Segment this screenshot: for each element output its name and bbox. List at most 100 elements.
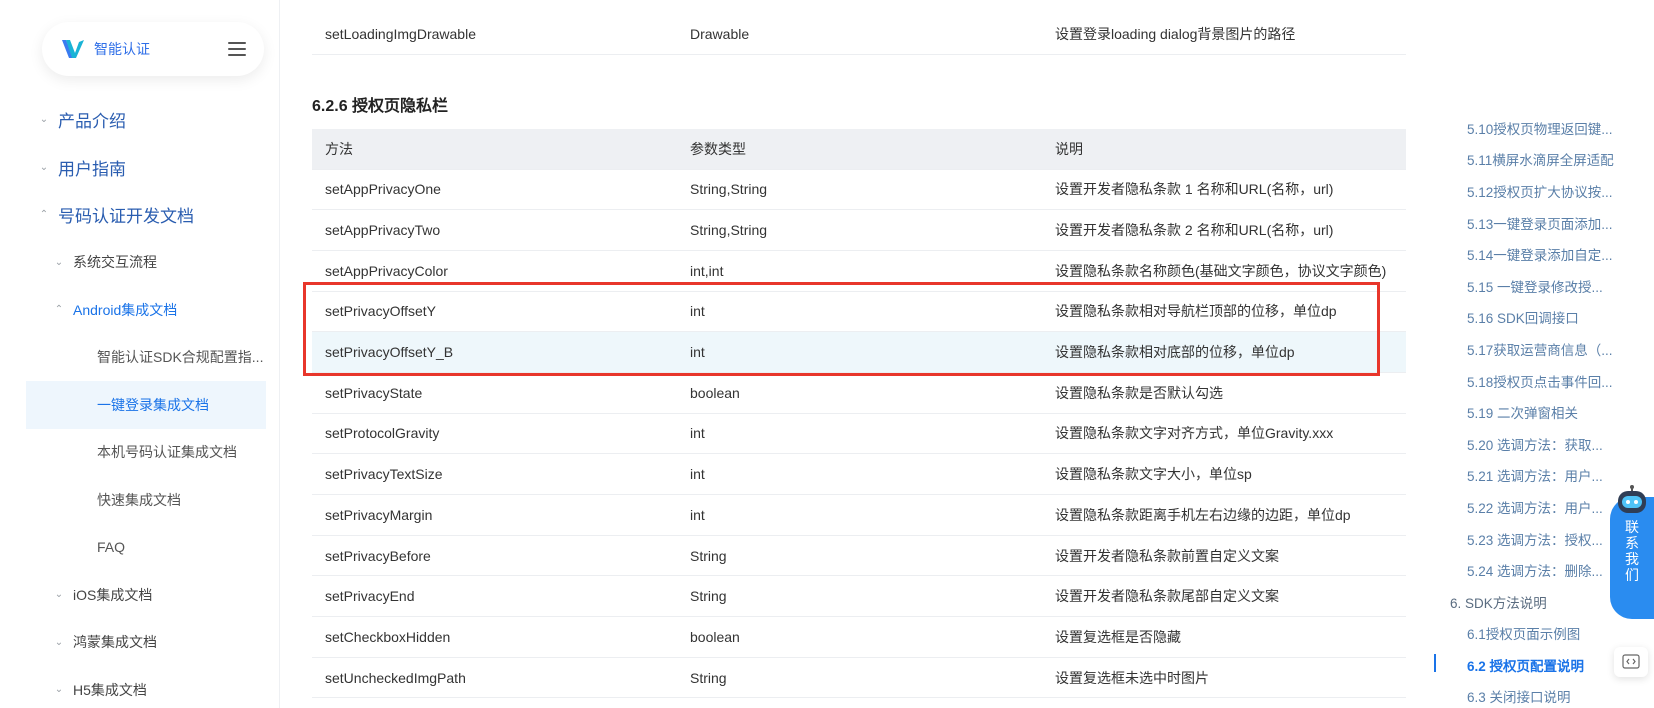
toc-item[interactable]: 5.12授权页扩大协议按... [1438,175,1618,207]
logo-card: 智能认证 [42,22,264,76]
toc-item[interactable]: 5.17获取运营商信息（... [1438,333,1618,365]
code-brackets-icon [1622,654,1640,669]
toc-item[interactable]: 5.21 选调方法：用户... [1438,460,1618,492]
chevron-down-icon: ⌄ [39,161,49,173]
table-row: setAppPrivacyColor int,int 设置隐私条款名称颜色(基础文字… [312,250,1406,292]
sidebar-item-user-guide[interactable]: ⌄ 用户指南 [0,144,280,192]
toc-item[interactable]: 5.22 选调方法：用户... [1438,491,1618,523]
privacy-config-table: 方法 参数类型 说明 setAppPrivacyOne String,String… [312,129,1406,699]
method-cell: setAppPrivacyTwo [312,209,677,251]
toc-item[interactable]: 6. SDK方法说明 [1438,586,1618,618]
sidebar-item-label: FAQ [97,539,126,556]
desc-cell: 设置隐私条款是否默认勾选 [1042,372,1406,414]
type-cell: String [677,575,1042,618]
sidebar-item-product-intro[interactable]: ⌄ 产品介绍 [0,96,280,144]
toc-item[interactable]: 5.11横屏水滴屏全屏适配 [1438,144,1618,176]
method-cell: setCheckboxHidden [312,616,677,658]
sidebar-item-label: 产品介绍 [58,112,126,132]
toc-item[interactable]: 5.24 选调方法：删除... [1438,554,1618,586]
menu-list-icon[interactable] [228,42,246,56]
code-icon[interactable] [1614,647,1648,677]
sidebar-item-h5-docs[interactable]: ⌄ H5集成文档 [0,666,280,708]
toc-item[interactable]: 6.2 授权页配置说明 [1438,649,1618,681]
toc-item[interactable]: 6.3 关闭接口说明 [1438,681,1618,708]
sidebar-item-label: 智能认证SDK合规配置指... [97,349,264,366]
contact-us-label: 联系我们 [1625,519,1639,583]
table-row: setUncheckedImgPath String 设置复选框未选中时图片 [312,657,1406,699]
type-cell: int [677,413,1042,455]
table-row: setLoadingImgDrawable Drawable 设置登录loadi… [312,14,1406,56]
chevron-down-icon: ⌄ [54,636,64,648]
toc-item[interactable]: 5.10授权页物理返回键... [1438,112,1618,144]
toc-item[interactable]: 5.20 选调方法：获取... [1438,428,1618,460]
toc-item[interactable]: 6.1授权页面示例图 [1438,618,1618,650]
toc-item[interactable]: 5.19 二次弹窗相关 [1438,396,1618,428]
desc-cell: 设置隐私条款距离手机左右边缘的边距，单位dp [1042,494,1406,536]
chevron-up-icon: ⌃ [39,209,49,221]
method-cell: setPrivacyOffsetY_B [312,331,677,373]
desc-cell: 设置登录loading dialog背景图片的路径 [1042,14,1406,56]
toc-item[interactable]: 5.23 选调方法：授权... [1438,523,1618,555]
table-row: setCheckboxHidden boolean 设置复选框是否隐藏 [312,616,1406,658]
type-cell: int,int [677,250,1042,292]
method-cell: setPrivacyState [312,372,677,414]
method-cell: setProtocolGravity [312,413,677,455]
contact-us-button[interactable]: 联系我们 [1610,485,1654,619]
desc-cell: 设置开发者隐私条款 2 名称和URL(名称，url) [1042,209,1406,251]
table-header-row: 方法 参数类型 说明 [312,129,1406,170]
sidebar-item-number-verify[interactable]: 本机号码认证集成文档 [0,429,280,477]
sidebar-item-ios-docs[interactable]: ⌄ iOS集成文档 [0,571,280,619]
table-row: setPrivacyState boolean 设置隐私条款是否默认勾选 [312,372,1406,414]
sidebar-nav: ⌄ 产品介绍 ⌄ 用户指南 ⌃ 号码认证开发文档 ⌄ 系统交互流程 ⌃ Andr… [0,96,280,708]
sidebar-item-dev-docs[interactable]: ⌃ 号码认证开发文档 [0,191,280,239]
brand-name[interactable]: 智能认证 [94,39,228,59]
sidebar-item-one-click-login[interactable]: 一键登录集成文档 [26,381,266,429]
table-row: setPrivacyMargin int 设置隐私条款距离手机左右边缘的边距，单位d… [312,494,1406,536]
method-cell: setPrivacyEnd [312,575,677,618]
sidebar-item-faq[interactable]: FAQ [0,524,280,572]
sidebar-item-label: 一键登录集成文档 [97,396,209,413]
column-header: 参数类型 [677,129,1042,170]
toc-item[interactable]: 5.15 一键登录修改授... [1438,270,1618,302]
sidebar-item-interaction-flow[interactable]: ⌄ 系统交互流程 [0,239,280,287]
sidebar-item-quick-integration[interactable]: 快速集成文档 [0,476,280,524]
method-cell: setPrivacyMargin [312,494,677,536]
table-row: setPrivacyTextSize int 设置隐私条款文字大小，单位sp [312,453,1406,495]
method-cell: setAppPrivacyColor [312,250,677,292]
sidebar-item-android-docs[interactable]: ⌃ Android集成文档 [0,286,280,334]
sidebar-item-harmony-docs[interactable]: ⌄ 鸿蒙集成文档 [0,619,280,667]
method-cell: setPrivacyOffsetY [312,291,677,333]
toc-item[interactable]: 5.18授权页点击事件回... [1438,365,1618,397]
method-cell: setUncheckedImgPath [312,657,677,699]
chevron-down-icon: ⌄ [54,684,64,696]
toc-item[interactable]: 5.14一键登录添加自定... [1438,238,1618,270]
type-cell: Drawable [677,14,1042,56]
sidebar-item-label: iOS集成文档 [73,586,153,603]
column-header: 说明 [1042,129,1406,170]
desc-cell: 设置开发者隐私条款 1 名称和URL(名称，url) [1042,169,1406,211]
table-row: setPrivacyEnd String 设置开发者隐私条款尾部自定义文案 [312,575,1406,618]
sidebar-item-compliance[interactable]: 智能认证SDK合规配置指... [0,334,280,382]
type-cell: int [677,494,1042,536]
method-cell: setLoadingImgDrawable [312,14,677,56]
sidebar-item-label: 鸿蒙集成文档 [73,634,157,651]
table-row: setPrivacyOffsetY int 设置隐私条款相对导航栏顶部的位移，单位d… [312,291,1406,333]
previous-table: setLoadingImgDrawable Drawable 设置登录loadi… [312,14,1406,56]
method-cell: setPrivacyTextSize [312,453,677,495]
type-cell: String [677,535,1042,577]
method-cell: setAppPrivacyOne [312,169,677,211]
desc-cell: 设置隐私条款名称颜色(基础文字颜色，协议文字颜色) [1042,250,1406,292]
toc-item[interactable]: 5.16 SDK回调接口 [1438,302,1618,334]
brand-logo-icon [62,40,84,58]
table-row: setAppPrivacyOne String,String 设置开发者隐私条款 1… [312,169,1406,211]
desc-cell: 设置复选框是否隐藏 [1042,616,1406,658]
toc-active-indicator [1434,654,1436,672]
table-row: setAppPrivacyTwo String,String 设置开发者隐私条款 2… [312,209,1406,251]
desc-cell: 设置开发者隐私条款前置自定义文案 [1042,535,1406,577]
type-cell: boolean [677,616,1042,658]
table-row: setProtocolGravity int 设置隐私条款文字对齐方式，单位Grav… [312,413,1406,455]
type-cell: boolean [677,372,1042,414]
desc-cell: 设置隐私条款文字大小，单位sp [1042,453,1406,495]
toc-item[interactable]: 5.13一键登录页面添加... [1438,207,1618,239]
doc-content: setLoadingImgDrawable Drawable 设置登录loadi… [312,0,1406,708]
